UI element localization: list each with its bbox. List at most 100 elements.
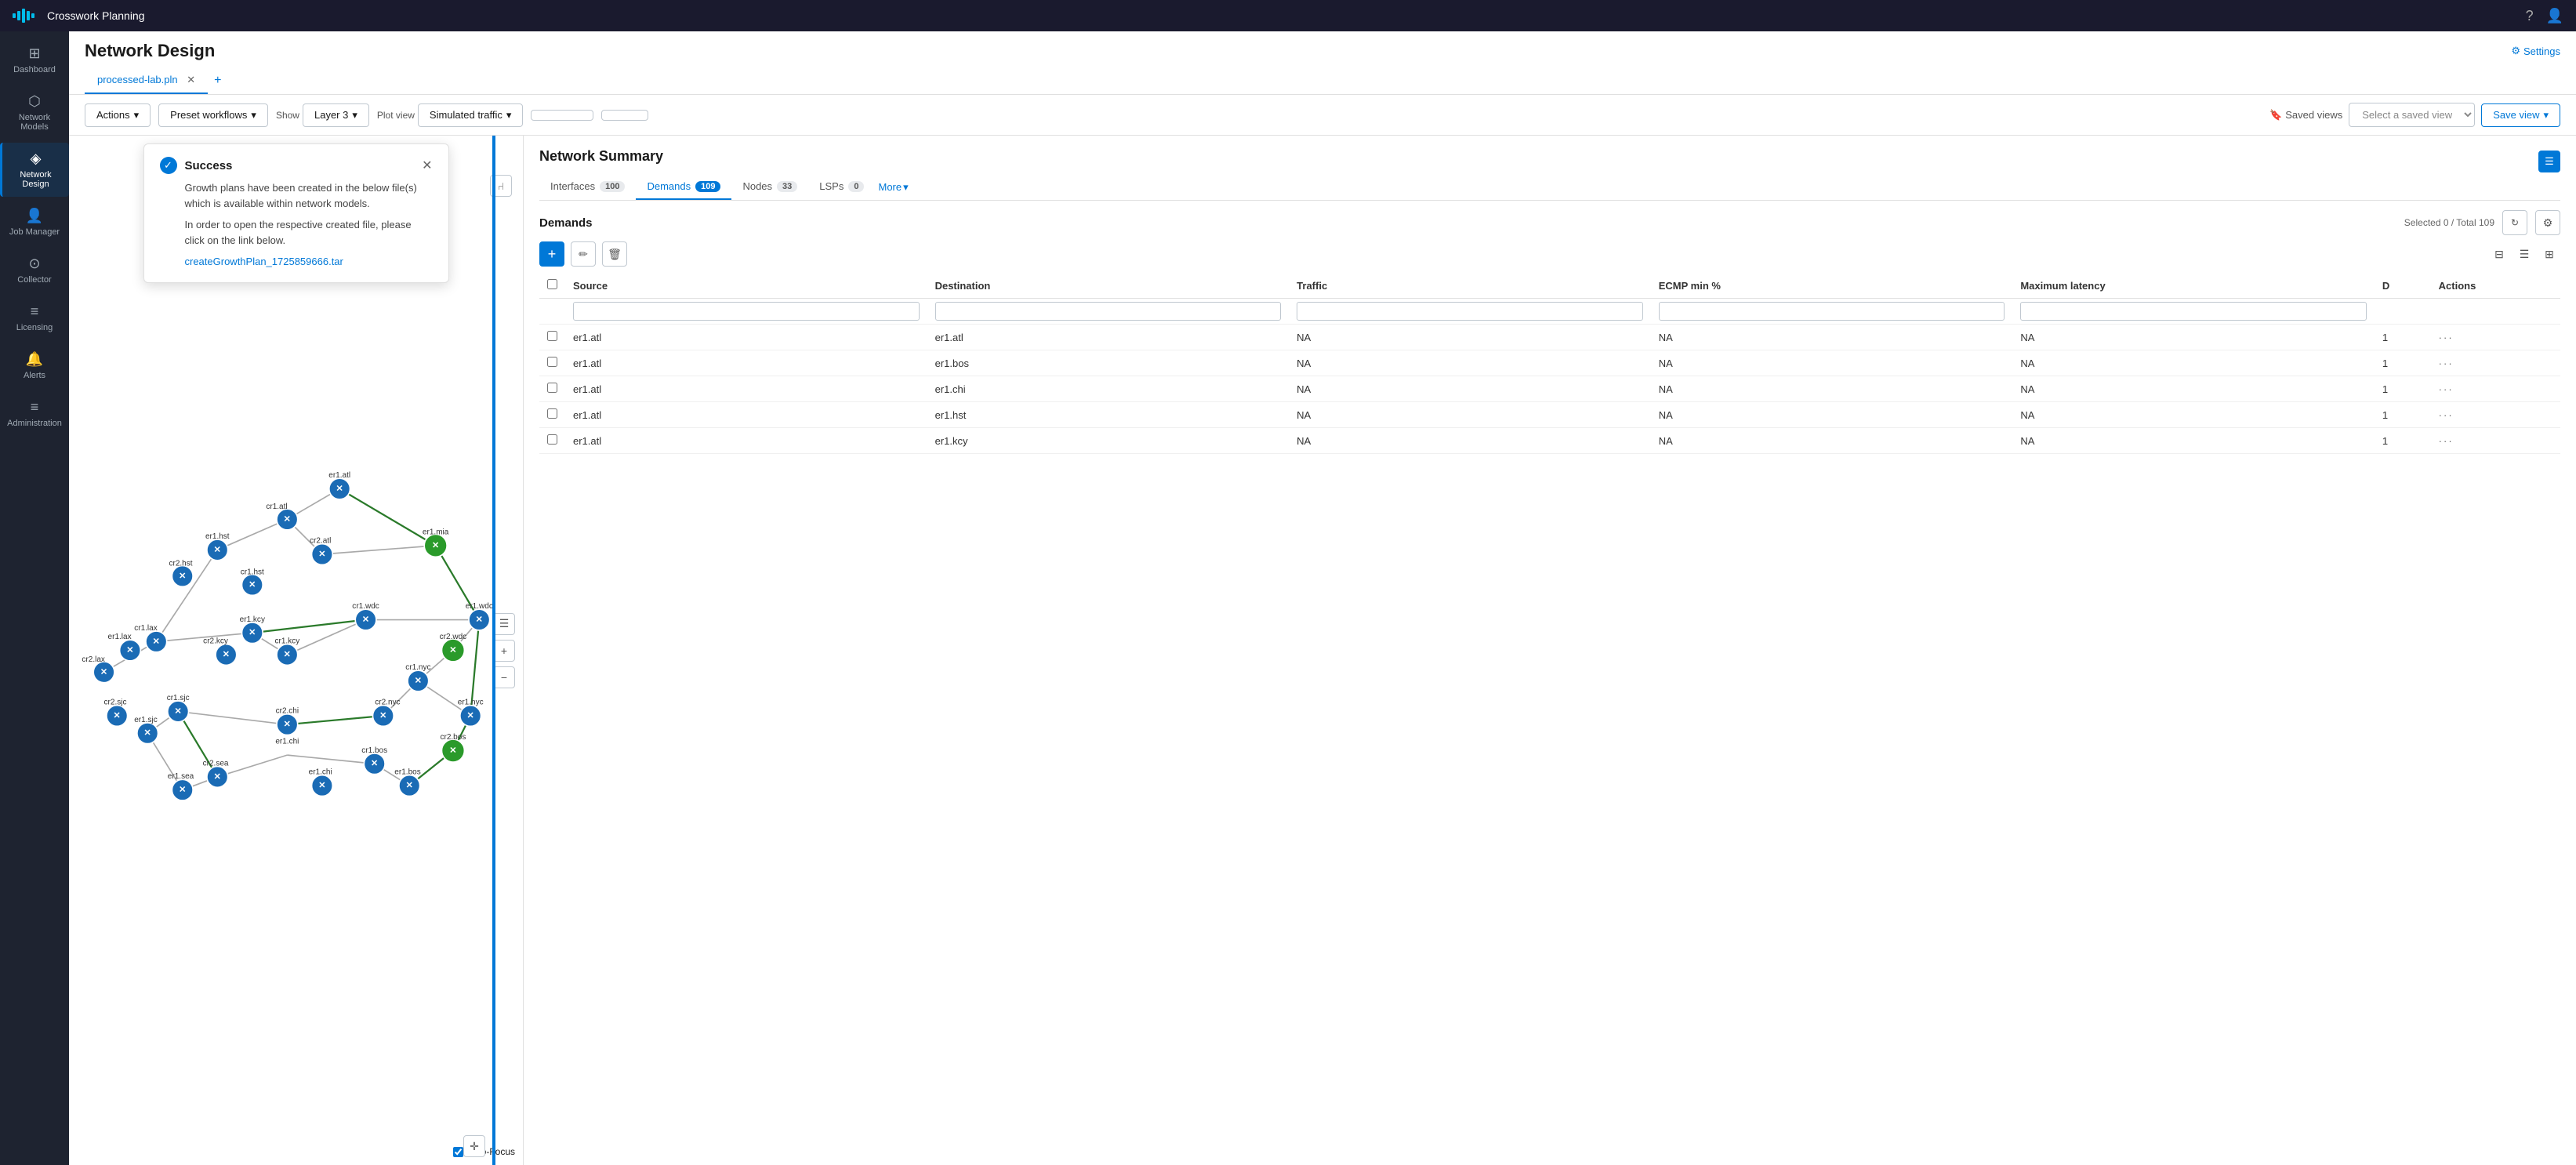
settings-link[interactable]: ⚙ Settings bbox=[2511, 45, 2560, 57]
th-traffic: Traffic bbox=[1289, 273, 1651, 299]
preset-workflows-button[interactable]: Preset workflows ▾ bbox=[158, 103, 268, 127]
layer-button[interactable]: Layer 3 ▾ bbox=[303, 103, 369, 127]
row-checkbox[interactable] bbox=[547, 434, 557, 445]
tab-lsps[interactable]: LSPs 0 bbox=[808, 174, 875, 200]
td-latency: NA bbox=[2012, 376, 2375, 402]
svg-text:cr1.lax: cr1.lax bbox=[134, 624, 158, 633]
row-checkbox[interactable] bbox=[547, 331, 557, 341]
lsps-badge: 0 bbox=[848, 181, 864, 192]
row-checkbox[interactable] bbox=[547, 408, 557, 419]
svg-text:✕: ✕ bbox=[126, 645, 133, 655]
toast-link[interactable]: createGrowthPlan_1725859666.tar bbox=[185, 256, 343, 267]
row-more-button[interactable]: ··· bbox=[2439, 435, 2454, 447]
pan-icon-button[interactable]: ✛ bbox=[463, 1135, 485, 1157]
menu-icon-button[interactable]: ☰ bbox=[493, 613, 515, 635]
edit-demand-button[interactable]: ✏ bbox=[571, 241, 596, 267]
row-more-button[interactable]: ··· bbox=[2439, 383, 2454, 395]
bookmarks-icon: 🔖 bbox=[2269, 109, 2282, 122]
td-row-actions: ··· bbox=[2431, 376, 2560, 402]
saved-views-select[interactable]: Select a saved view bbox=[2349, 103, 2475, 127]
sidebar-label-dashboard: Dashboard bbox=[13, 65, 56, 74]
columns-icon-button[interactable]: ⊞ bbox=[2538, 243, 2560, 265]
filter-traffic-input[interactable] bbox=[1297, 302, 1643, 321]
sidebar-item-dashboard[interactable]: ⊞ Dashboard bbox=[0, 38, 69, 82]
refresh-button[interactable]: ↻ bbox=[2502, 210, 2527, 235]
settings-gear-icon: ⚙ bbox=[2511, 45, 2520, 57]
settings-demands-button[interactable]: ⚙ bbox=[2535, 210, 2560, 235]
td-traffic: NA bbox=[1289, 376, 1651, 402]
row-more-button[interactable]: ··· bbox=[2439, 357, 2454, 369]
sidebar-item-network-models[interactable]: ⬡ Network Models bbox=[0, 85, 69, 140]
add-demand-button[interactable]: + bbox=[539, 241, 564, 267]
svg-text:✕: ✕ bbox=[284, 720, 291, 729]
network-topology-svg: ✕ ✕ ✕ ✕ ✕ ✕ ✕ ✕ ✕ ✕ ✕ ✕ ✕ ✕ ✕ bbox=[69, 136, 523, 1165]
row-more-button[interactable]: ··· bbox=[2439, 332, 2454, 343]
sidebar-label-network-models: Network Models bbox=[6, 113, 63, 132]
delete-demand-button[interactable]: 🗑 bbox=[602, 241, 627, 267]
svg-text:✕: ✕ bbox=[467, 711, 474, 720]
td-ecmp: NA bbox=[1651, 325, 2013, 350]
tab-demands[interactable]: Demands 109 bbox=[636, 174, 731, 200]
add-tab-button[interactable]: + bbox=[208, 67, 227, 94]
filter-latency-input[interactable] bbox=[2020, 302, 2367, 321]
td-d: 1 bbox=[2375, 350, 2431, 376]
th-d: D bbox=[2375, 273, 2431, 299]
td-filter-ecmp bbox=[1651, 299, 2013, 325]
extra-button-1[interactable] bbox=[531, 110, 593, 121]
svg-text:cr2.sjc: cr2.sjc bbox=[104, 699, 127, 707]
td-traffic: NA bbox=[1289, 428, 1651, 454]
auto-focus-input[interactable] bbox=[453, 1147, 463, 1157]
interfaces-label: Interfaces bbox=[550, 180, 595, 192]
row-checkbox[interactable] bbox=[547, 357, 557, 367]
row-more-button[interactable]: ··· bbox=[2439, 409, 2454, 421]
sidebar-item-collector[interactable]: ⊙ Collector bbox=[0, 248, 69, 292]
td-d: 1 bbox=[2375, 428, 2431, 454]
demands-table-body: er1.atl er1.atl NA NA NA 1 ··· er1.atl e… bbox=[539, 325, 2560, 454]
row-checkbox[interactable] bbox=[547, 383, 557, 393]
filter-icon-button[interactable]: ⊟ bbox=[2488, 243, 2510, 265]
toast-close-button[interactable]: ✕ bbox=[422, 158, 432, 173]
right-panel: Network Summary ☰ Interfaces 100 Demands… bbox=[524, 136, 2576, 1165]
help-icon[interactable]: ? bbox=[2526, 8, 2534, 24]
zoom-out-button[interactable]: − bbox=[493, 666, 515, 688]
td-ecmp: NA bbox=[1651, 350, 2013, 376]
sidebar-item-licensing[interactable]: ≡ Licensing bbox=[0, 296, 69, 340]
td-row-actions: ··· bbox=[2431, 402, 2560, 428]
list-view-button[interactable]: ☰ bbox=[2538, 151, 2560, 172]
sidebar-label-network-design: Network Design bbox=[9, 170, 63, 189]
simulated-traffic-button[interactable]: Simulated traffic ▾ bbox=[418, 103, 524, 127]
filter-source-input[interactable] bbox=[573, 302, 920, 321]
success-toast: ✓ Success ✕ Growth plans have been creat… bbox=[143, 143, 449, 283]
table-row: er1.atl er1.bos NA NA NA 1 ··· bbox=[539, 350, 2560, 376]
svg-text:✕: ✕ bbox=[362, 615, 369, 624]
td-checkbox bbox=[539, 402, 565, 428]
zoom-in-button[interactable]: + bbox=[493, 640, 515, 662]
layer-label: Layer 3 bbox=[314, 109, 348, 121]
more-button[interactable]: More ▾ bbox=[878, 181, 908, 194]
save-view-button[interactable]: Save view ▾ bbox=[2481, 103, 2560, 127]
actions-button[interactable]: Actions ▾ bbox=[85, 103, 151, 127]
td-source: er1.atl bbox=[565, 325, 927, 350]
table-row: er1.atl er1.hst NA NA NA 1 ··· bbox=[539, 402, 2560, 428]
filter-destination-input[interactable] bbox=[935, 302, 1282, 321]
svg-text:✕: ✕ bbox=[153, 637, 160, 646]
svg-text:✕: ✕ bbox=[318, 550, 325, 559]
tab-interfaces[interactable]: Interfaces 100 bbox=[539, 174, 636, 200]
sidebar-item-alerts[interactable]: 🔔 Alerts bbox=[0, 343, 69, 388]
tab-processed-lab[interactable]: processed-lab.pln ✕ bbox=[85, 67, 208, 94]
sidebar-item-administration[interactable]: ≡ Administration bbox=[0, 391, 69, 436]
svg-text:✕: ✕ bbox=[100, 667, 107, 677]
list-icon-button[interactable]: ☰ bbox=[2513, 243, 2535, 265]
tab-close-icon[interactable]: ✕ bbox=[187, 74, 195, 85]
select-all-checkbox[interactable] bbox=[547, 279, 557, 289]
filter-ecmp-input[interactable] bbox=[1659, 302, 2005, 321]
svg-text:✕: ✕ bbox=[179, 572, 186, 581]
user-icon[interactable]: 👤 bbox=[2546, 8, 2563, 24]
demands-section-title: Demands bbox=[539, 216, 593, 230]
extra-button-2[interactable] bbox=[601, 110, 648, 121]
demands-badge: 109 bbox=[695, 181, 720, 192]
sidebar-item-network-design[interactable]: ◈ Network Design bbox=[0, 143, 69, 197]
tab-nodes[interactable]: Nodes 33 bbox=[731, 174, 808, 200]
show-layer-group: Show Layer 3 ▾ bbox=[276, 103, 369, 127]
sidebar-item-job-manager[interactable]: 👤 Job Manager bbox=[0, 200, 69, 245]
